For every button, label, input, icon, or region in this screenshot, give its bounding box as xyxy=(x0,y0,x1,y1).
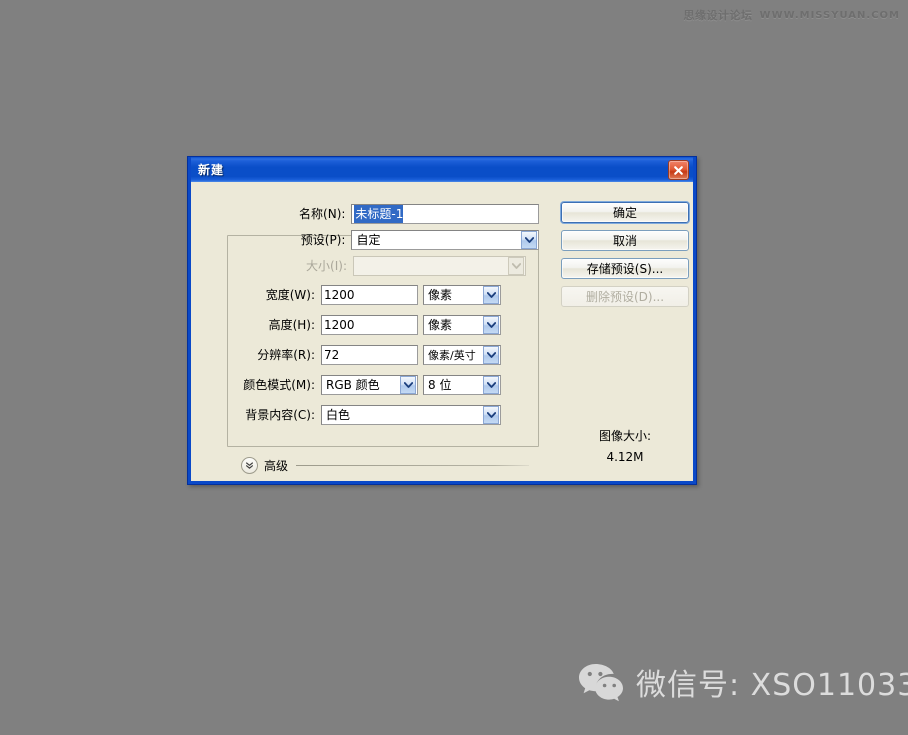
cancel-button[interactable]: 取消 xyxy=(561,230,689,251)
delete-preset-button: 删除预设(D)... xyxy=(561,286,689,307)
background-content-select[interactable]: 白色 xyxy=(321,404,501,425)
preset-row: 预设(P): 自定 xyxy=(227,229,539,250)
cancel-button-label: 取消 xyxy=(612,234,637,248)
chevron-down-icon xyxy=(483,375,499,394)
chevron-double-down-icon[interactable] xyxy=(241,456,258,474)
width-unit-value: 像素 xyxy=(428,288,453,302)
ok-button-label: 确定 xyxy=(612,206,637,220)
ok-button[interactable]: 确定 xyxy=(561,202,689,223)
width-unit-select[interactable]: 像素 xyxy=(423,284,501,305)
chevron-down-icon xyxy=(483,405,499,424)
advanced-separator xyxy=(296,464,529,466)
site-watermark: 思缘设计论坛 WWW.MISSYUAN.COM xyxy=(684,7,900,23)
name-input-value: 未标题-1 xyxy=(354,204,404,223)
chevron-down-icon xyxy=(483,345,499,364)
wechat-id-text: 微信号: XSO11033 xyxy=(636,668,908,703)
background-content-row: 背景内容(C): 白色 xyxy=(227,404,539,425)
chevron-down-icon xyxy=(483,315,499,334)
width-row: 宽度(W): 1200 像素 xyxy=(227,284,539,305)
size-row: 大小(I): xyxy=(227,255,539,276)
chevron-down-icon xyxy=(508,256,524,275)
resolution-input-value: 72 xyxy=(324,347,340,362)
resolution-unit-select[interactable]: 像素/英寸 xyxy=(423,344,501,365)
bit-depth-value: 8 位 xyxy=(428,378,452,392)
chevron-down-icon xyxy=(483,285,499,304)
dialog-body: 名称(N): 未标题-1 预设(P): 自定 大小(I): 宽度(W): 120… xyxy=(194,182,690,478)
resolution-input[interactable]: 72 xyxy=(321,344,418,365)
height-unit-select[interactable]: 像素 xyxy=(423,314,501,335)
width-label: 宽度(W): xyxy=(265,288,315,302)
background-content-label: 背景内容(C): xyxy=(245,408,315,422)
height-row: 高度(H): 1200 像素 xyxy=(227,314,539,335)
resolution-unit-value: 像素/英寸 xyxy=(428,348,476,362)
save-preset-button[interactable]: 存储预设(S)... xyxy=(561,258,689,279)
advanced-expander[interactable]: 高级 xyxy=(241,456,529,474)
background-content-value: 白色 xyxy=(326,408,351,422)
name-label: 名称(N): xyxy=(299,207,346,221)
site-watermark-name: 思缘设计论坛 xyxy=(683,9,753,22)
dialog-frame: 新建 名称(N): 未标题-1 预设(P): 自定 大小(I): 宽度(W): … xyxy=(188,157,696,484)
size-label: 大小(I): xyxy=(306,259,347,273)
new-document-dialog: 新建 名称(N): 未标题-1 预设(P): 自定 大小(I): 宽度(W): … xyxy=(187,156,697,485)
wechat-icon xyxy=(579,664,623,702)
delete-preset-button-label: 删除预设(D)... xyxy=(585,290,665,304)
preset-select-value: 自定 xyxy=(356,233,381,247)
close-button[interactable] xyxy=(668,160,689,180)
color-mode-label: 颜色模式(M): xyxy=(243,378,315,392)
advanced-label: 高级 xyxy=(264,458,289,473)
resolution-row: 分辨率(R): 72 像素/英寸 xyxy=(227,344,539,365)
color-mode-value: RGB 颜色 xyxy=(326,378,380,392)
site-watermark-url: WWW.MISSYUAN.COM xyxy=(759,9,900,21)
height-input[interactable]: 1200 xyxy=(321,314,418,335)
image-size-label: 图像大小: xyxy=(598,429,652,443)
resolution-label: 分辨率(R): xyxy=(257,348,315,362)
color-mode-select[interactable]: RGB 颜色 xyxy=(321,374,418,395)
bit-depth-select[interactable]: 8 位 xyxy=(423,374,501,395)
preset-select[interactable]: 自定 xyxy=(351,229,539,250)
dialog-title: 新建 xyxy=(198,163,225,177)
wechat-watermark: 微信号: XSO11033 xyxy=(578,660,908,704)
chevron-down-icon xyxy=(400,375,416,394)
dialog-titlebar[interactable]: 新建 xyxy=(191,157,693,182)
chevron-down-icon xyxy=(521,230,537,249)
height-label: 高度(H): xyxy=(268,318,315,332)
name-input[interactable]: 未标题-1 xyxy=(351,203,539,224)
size-select xyxy=(353,255,526,276)
image-size-value: 4.12M xyxy=(606,450,644,464)
image-size-block: 图像大小: 4.12M xyxy=(561,426,689,468)
width-input[interactable]: 1200 xyxy=(321,284,418,305)
width-input-value: 1200 xyxy=(324,287,355,302)
save-preset-button-label: 存储预设(S)... xyxy=(586,262,664,276)
color-mode-row: 颜色模式(M): RGB 颜色 8 位 xyxy=(227,374,539,395)
height-input-value: 1200 xyxy=(324,317,355,332)
preset-label: 预设(P): xyxy=(300,233,346,247)
close-icon xyxy=(674,165,683,175)
height-unit-value: 像素 xyxy=(428,318,453,332)
name-row: 名称(N): 未标题-1 xyxy=(227,203,539,224)
